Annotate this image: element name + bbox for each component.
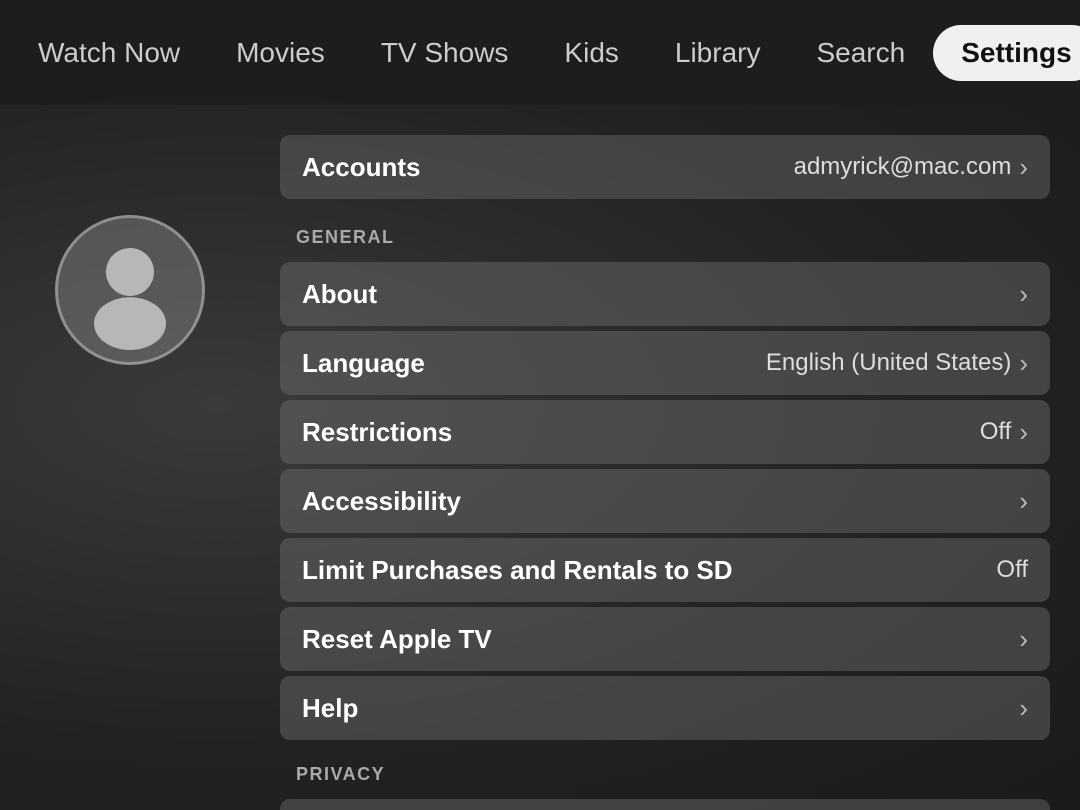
left-panel bbox=[0, 135, 260, 810]
limit-purchases-row[interactable]: Limit Purchases and Rentals to SD Off bbox=[280, 538, 1050, 602]
accounts-row[interactable]: Accounts admyrick@mac.com › bbox=[280, 135, 1050, 199]
nav-item-settings[interactable]: Settings bbox=[933, 25, 1080, 81]
language-label: Language bbox=[302, 348, 425, 379]
nav-item-tv-shows[interactable]: TV Shows bbox=[353, 25, 537, 81]
main-content: Accounts admyrick@mac.com › GENERAL Abou… bbox=[0, 105, 1080, 810]
limit-purchases-label: Limit Purchases and Rentals to SD bbox=[302, 555, 733, 586]
reset-apple-tv-row[interactable]: Reset Apple TV › bbox=[280, 607, 1050, 671]
about-label: About bbox=[302, 279, 377, 310]
accessibility-chevron-icon: › bbox=[1019, 486, 1028, 517]
nav-item-watch-now[interactable]: Watch Now bbox=[10, 25, 208, 81]
privacy-section-label: PRIVACY bbox=[280, 756, 1050, 795]
restrictions-label: Restrictions bbox=[302, 417, 452, 448]
restrictions-right: Off › bbox=[980, 417, 1028, 448]
language-chevron-icon: › bbox=[1019, 348, 1028, 379]
accounts-chevron-icon: › bbox=[1019, 152, 1028, 183]
nav-item-kids[interactable]: Kids bbox=[536, 25, 646, 81]
accounts-email: admyrick@mac.com bbox=[794, 153, 1012, 181]
limit-purchases-right: Off bbox=[996, 556, 1028, 584]
privacy-section: PRIVACY Use Play History On bbox=[280, 756, 1050, 810]
accounts-right: admyrick@mac.com › bbox=[794, 152, 1028, 183]
right-panel: Accounts admyrick@mac.com › GENERAL Abou… bbox=[260, 135, 1080, 810]
about-row[interactable]: About › bbox=[280, 262, 1050, 326]
avatar bbox=[55, 215, 205, 365]
reset-apple-tv-right: › bbox=[1019, 624, 1028, 655]
restrictions-value: Off bbox=[980, 418, 1012, 446]
use-play-history-row[interactable]: Use Play History On bbox=[280, 799, 1050, 810]
about-right: › bbox=[1019, 279, 1028, 310]
help-row[interactable]: Help › bbox=[280, 676, 1050, 740]
restrictions-row[interactable]: Restrictions Off › bbox=[280, 400, 1050, 464]
about-chevron-icon: › bbox=[1019, 279, 1028, 310]
nav-item-library[interactable]: Library bbox=[647, 25, 789, 81]
language-value: English (United States) bbox=[766, 349, 1011, 377]
reset-chevron-icon: › bbox=[1019, 624, 1028, 655]
accessibility-row[interactable]: Accessibility › bbox=[280, 469, 1050, 533]
language-row[interactable]: Language English (United States) › bbox=[280, 331, 1050, 395]
accessibility-right: › bbox=[1019, 486, 1028, 517]
general-section-label: GENERAL bbox=[280, 219, 1050, 258]
language-right: English (United States) › bbox=[766, 348, 1028, 379]
nav-item-search[interactable]: Search bbox=[788, 25, 933, 81]
reset-apple-tv-label: Reset Apple TV bbox=[302, 624, 492, 655]
accessibility-label: Accessibility bbox=[302, 486, 461, 517]
help-label: Help bbox=[302, 693, 358, 724]
limit-purchases-value: Off bbox=[996, 556, 1028, 584]
nav-item-movies[interactable]: Movies bbox=[208, 25, 353, 81]
accounts-label: Accounts bbox=[302, 152, 420, 183]
help-chevron-icon: › bbox=[1019, 693, 1028, 724]
help-right: › bbox=[1019, 693, 1028, 724]
restrictions-chevron-icon: › bbox=[1019, 417, 1028, 448]
avatar-icon bbox=[58, 218, 202, 362]
navbar: Watch Now Movies TV Shows Kids Library S… bbox=[0, 0, 1080, 105]
